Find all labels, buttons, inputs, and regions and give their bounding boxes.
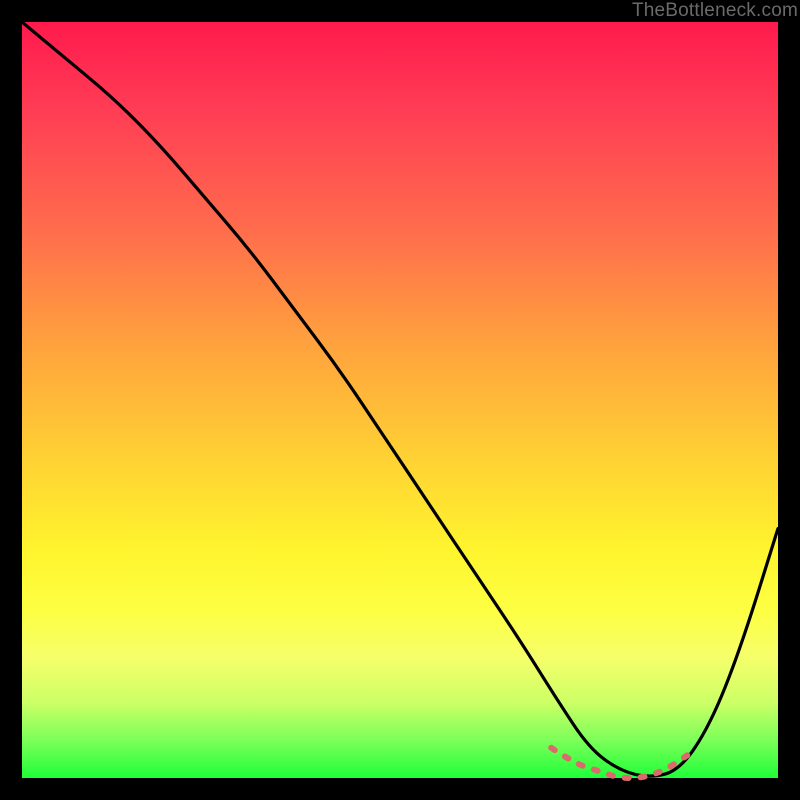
plot-area [22, 22, 778, 778]
watermark-text: TheBottleneck.com [632, 0, 798, 22]
chart-svg [22, 22, 778, 778]
chart-frame [22, 22, 778, 778]
bottleneck-curve [22, 22, 778, 776]
